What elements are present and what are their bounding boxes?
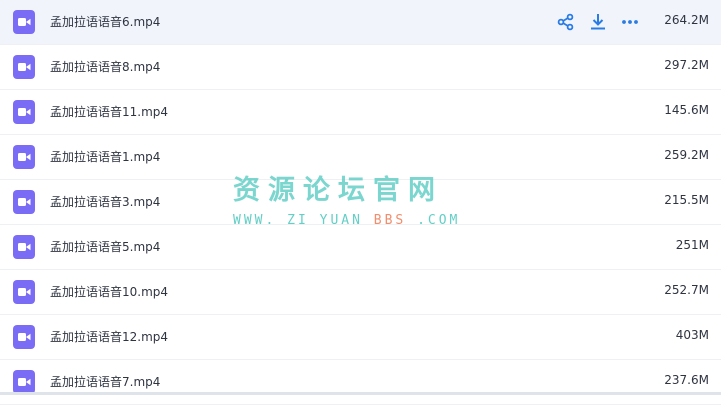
file-size: 259.2M	[664, 148, 709, 162]
file-name[interactable]: 孟加拉语语音6.mp4	[50, 13, 160, 30]
file-row[interactable]: 孟加拉语语音5.mp4 251M	[0, 225, 721, 270]
file-row[interactable]: 孟加拉语语音8.mp4 297.2M	[0, 45, 721, 90]
file-list: 孟加拉语语音6.mp4 264.2M 孟加拉语语音8.mp4 297.2M 孟加…	[0, 0, 721, 405]
more-icon[interactable]	[620, 12, 640, 32]
video-file-icon	[13, 145, 35, 169]
file-size: 403M	[675, 328, 709, 342]
file-size: 237.6M	[664, 373, 709, 387]
file-row[interactable]: 孟加拉语语音10.mp4 252.7M	[0, 270, 721, 315]
download-icon[interactable]	[588, 12, 608, 32]
file-row[interactable]: 孟加拉语语音12.mp4 403M	[0, 315, 721, 360]
video-file-icon	[13, 10, 35, 34]
video-file-icon	[13, 190, 35, 214]
file-name[interactable]: 孟加拉语语音8.mp4	[50, 58, 160, 75]
share-icon[interactable]	[556, 12, 576, 32]
file-name[interactable]: 孟加拉语语音3.mp4	[50, 193, 160, 210]
file-size: 297.2M	[664, 58, 709, 72]
file-row[interactable]: 孟加拉语语音7.mp4 237.6M	[0, 360, 721, 405]
video-file-icon	[13, 235, 35, 259]
file-row[interactable]: 孟加拉语语音11.mp4 145.6M	[0, 90, 721, 135]
video-file-icon	[13, 280, 35, 304]
file-row[interactable]: 孟加拉语语音6.mp4 264.2M	[0, 0, 721, 45]
file-name[interactable]: 孟加拉语语音11.mp4	[50, 103, 168, 120]
file-size: 264.2M	[664, 13, 709, 27]
file-size: 251M	[675, 238, 709, 252]
video-file-icon	[13, 55, 35, 79]
video-file-icon	[13, 100, 35, 124]
file-name[interactable]: 孟加拉语语音7.mp4	[50, 373, 160, 390]
file-name[interactable]: 孟加拉语语音1.mp4	[50, 148, 160, 165]
video-file-icon	[13, 370, 35, 394]
file-size: 252.7M	[664, 283, 709, 297]
file-size: 215.5M	[664, 193, 709, 207]
file-size: 145.6M	[664, 103, 709, 117]
file-name[interactable]: 孟加拉语语音5.mp4	[50, 238, 160, 255]
file-row[interactable]: 孟加拉语语音1.mp4 259.2M	[0, 135, 721, 180]
file-row[interactable]: 孟加拉语语音3.mp4 215.5M	[0, 180, 721, 225]
file-name[interactable]: 孟加拉语语音10.mp4	[50, 283, 168, 300]
video-file-icon	[13, 325, 35, 349]
file-name[interactable]: 孟加拉语语音12.mp4	[50, 328, 168, 345]
